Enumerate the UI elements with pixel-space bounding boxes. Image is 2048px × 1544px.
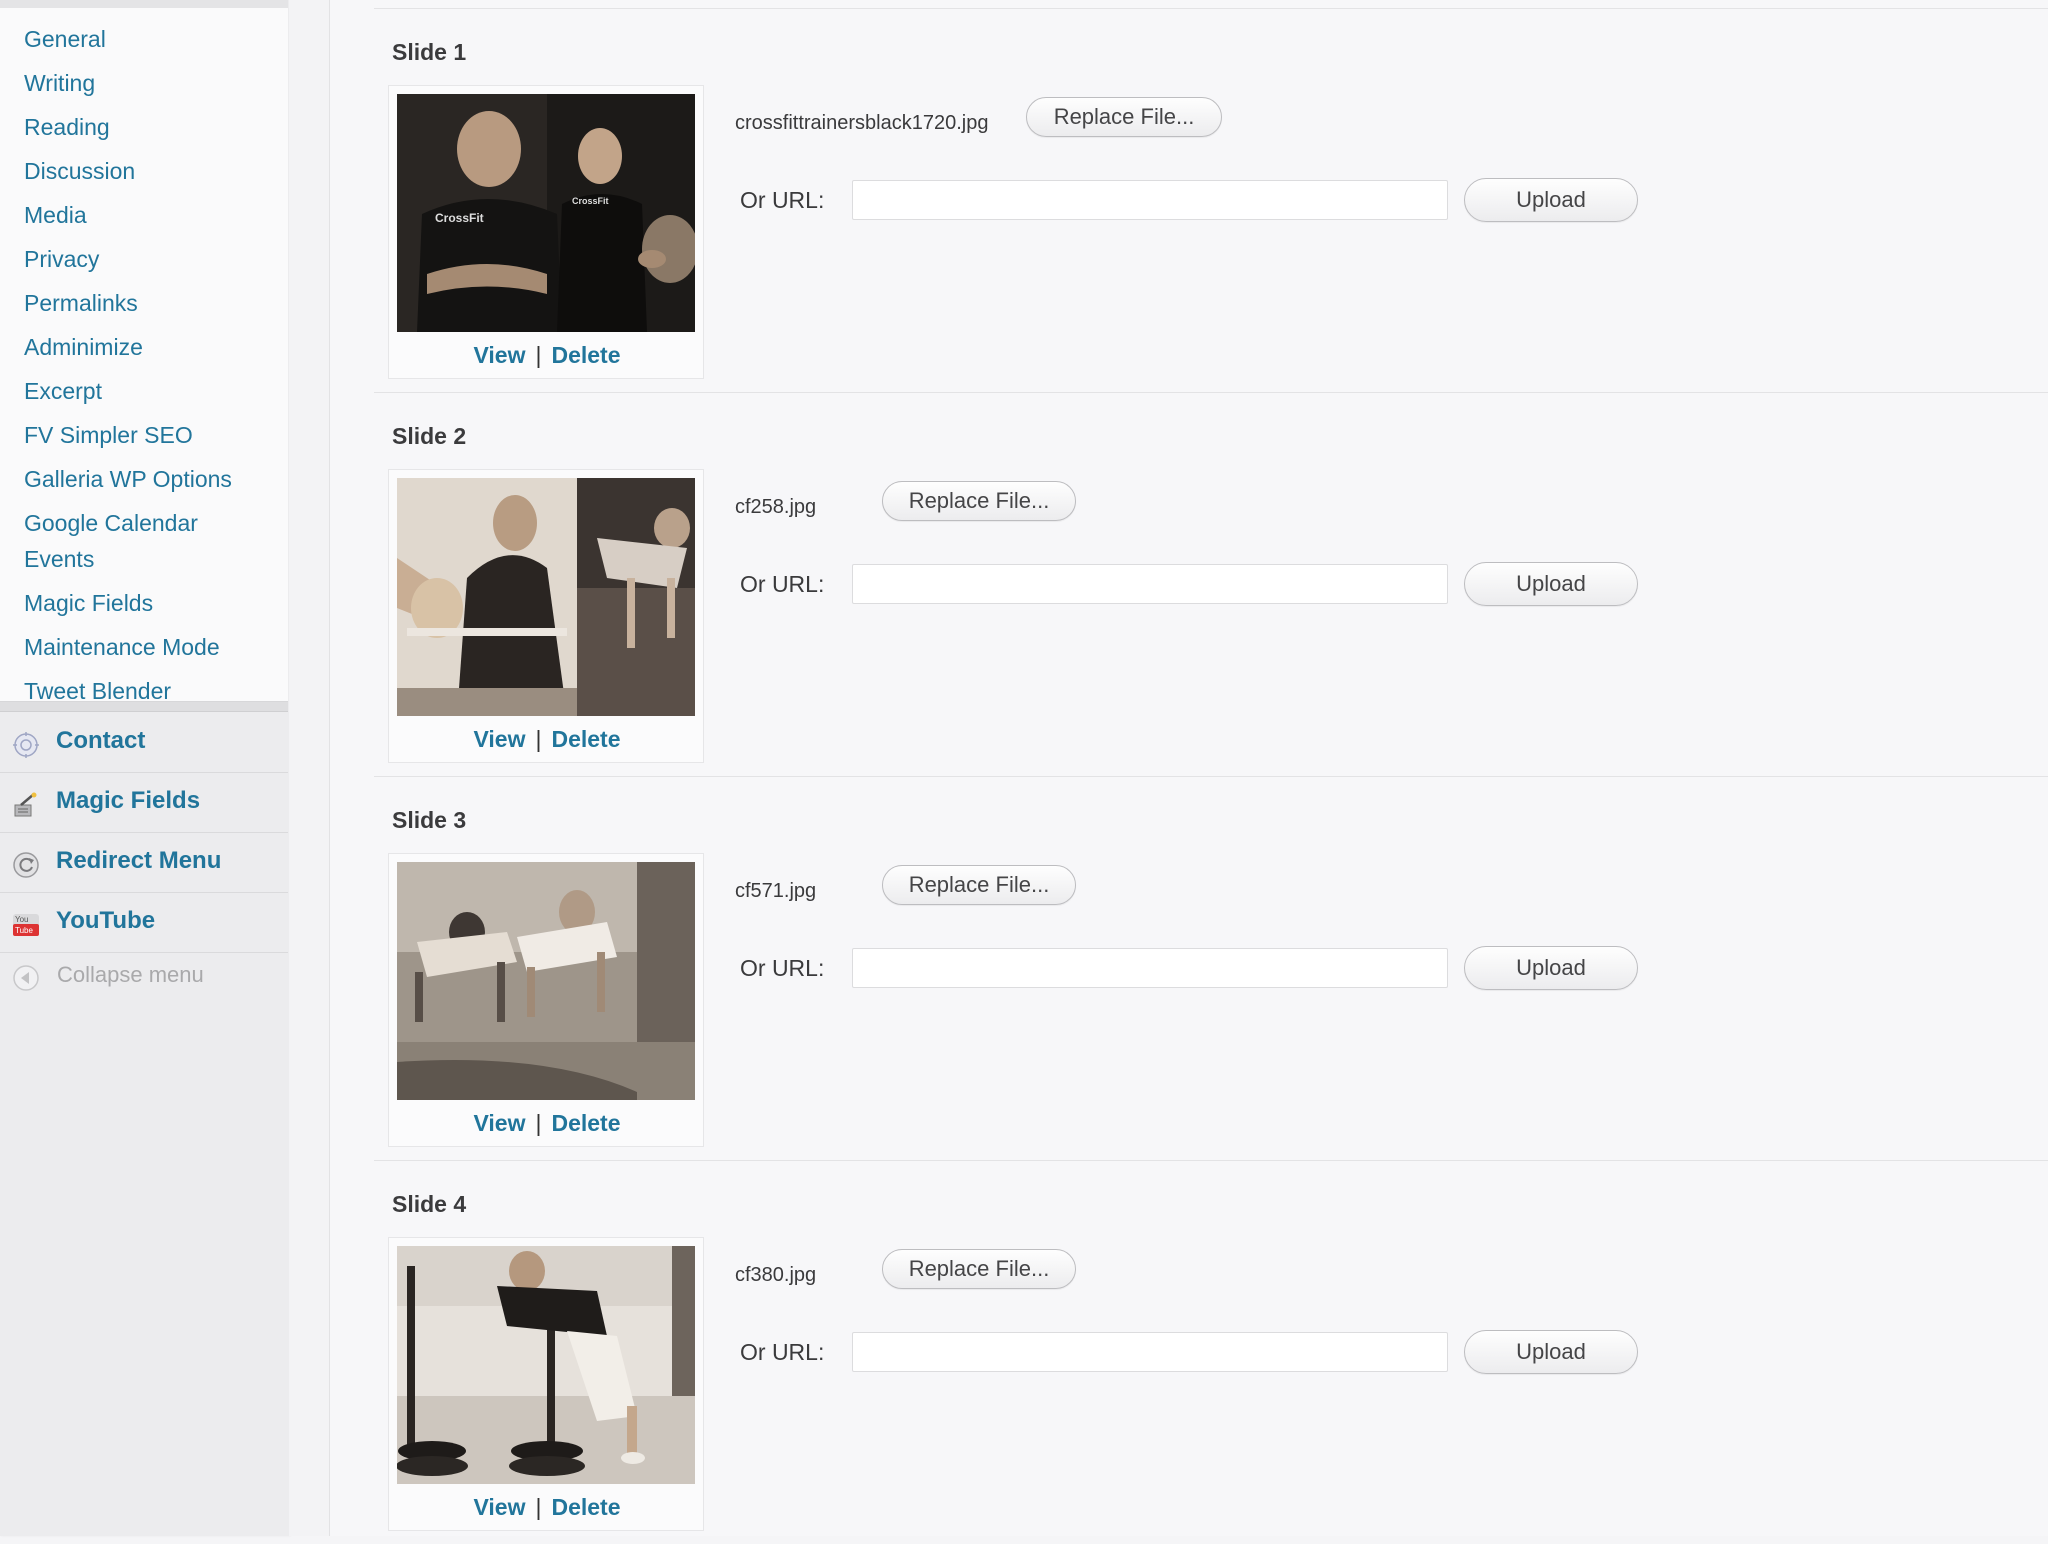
submenu-item-permalinks[interactable]: Permalinks	[24, 285, 264, 321]
file-name: cf258.jpg	[735, 496, 817, 518]
menu-item-contact[interactable]: Contact	[0, 714, 288, 773]
url-input[interactable]	[852, 180, 1448, 220]
replace-file-button[interactable]: Replace File...	[882, 865, 1076, 905]
upload-button[interactable]: Upload	[1464, 1330, 1638, 1374]
slide-image	[397, 862, 695, 1100]
upload-button[interactable]: Upload	[1464, 562, 1638, 606]
slide-title: Slide 2	[392, 423, 467, 449]
menu-item-magic-fields-label: Magic Fields	[56, 787, 201, 814]
view-link[interactable]: View	[473, 726, 525, 752]
url-input[interactable]	[852, 564, 1448, 604]
slide-image: CrossFit CrossFit	[397, 94, 695, 332]
delete-link[interactable]: Delete	[551, 342, 620, 368]
menu-item-redirect-menu[interactable]: Redirect Menu	[0, 834, 288, 893]
slide-thumbnail: View | Delete	[388, 1237, 704, 1531]
svg-text:CrossFit: CrossFit	[572, 196, 609, 206]
submenu-item-google-calendar[interactable]: Google Calendar	[24, 505, 264, 541]
view-link[interactable]: View	[473, 342, 525, 368]
submenu-item-adminimize[interactable]: Adminimize	[24, 329, 264, 365]
collapse-menu-button[interactable]: Collapse menu	[0, 952, 288, 1002]
submenu-item-media[interactable]: Media	[24, 197, 264, 233]
file-name: cf571.jpg	[735, 880, 817, 902]
slide-title: Slide 1	[392, 39, 467, 65]
admin-sidebar: General Writing Reading Discussion Media…	[0, 0, 290, 1536]
slide-row: Slide 1 CrossFit CrossFit View | Delete cr…	[374, 8, 2048, 392]
svg-text:CrossFit: CrossFit	[435, 211, 484, 225]
sidebar-gutter	[289, 0, 330, 1536]
magic-fields-icon	[14, 792, 37, 817]
thumb-links: View | Delete	[389, 726, 705, 753]
submenu-item-maintenance-mode[interactable]: Maintenance Mode	[24, 629, 264, 665]
menu-item-contact-label: Contact	[56, 727, 146, 754]
slide-thumbnail: View | Delete	[388, 469, 704, 763]
slide-title: Slide 3	[392, 807, 467, 833]
svg-text:Tube: Tube	[15, 926, 33, 935]
submenu-separator	[0, 702, 288, 712]
menu-item-magic-fields[interactable]: Magic Fields	[0, 774, 288, 833]
view-link[interactable]: View	[473, 1110, 525, 1136]
slide-row: Slide 4 View | Delete cf380.jpg Replace …	[374, 1160, 2048, 1544]
url-input[interactable]	[852, 1332, 1448, 1372]
url-input[interactable]	[852, 948, 1448, 988]
replace-file-button[interactable]: Replace File...	[1026, 97, 1222, 137]
upload-button[interactable]: Upload	[1464, 178, 1638, 222]
menu-item-youtube-label: YouTube	[56, 907, 156, 934]
thumb-links: View | Delete	[389, 1110, 705, 1137]
submenu-item-discussion[interactable]: Discussion	[24, 153, 264, 189]
url-label: Or URL:	[740, 955, 825, 981]
settings-submenu: General Writing Reading Discussion Media…	[0, 0, 288, 704]
slide-image	[397, 1246, 695, 1484]
slide-image	[397, 478, 695, 716]
collapse-arrow-icon	[13, 965, 39, 991]
svg-text:You: You	[15, 915, 29, 924]
link-separator: |	[535, 1494, 542, 1520]
replace-file-button[interactable]: Replace File...	[882, 1249, 1076, 1289]
submenu-item-google-calendar-events[interactable]: Events	[24, 541, 264, 577]
menu-item-redirect-menu-label: Redirect Menu	[56, 847, 222, 874]
submenu-item-excerpt[interactable]: Excerpt	[24, 373, 264, 409]
submenu-item-galleria[interactable]: Galleria WP Options	[24, 461, 264, 497]
thumb-links: View | Delete	[389, 342, 705, 369]
link-separator: |	[535, 342, 542, 368]
slides-panel: Slide 1 CrossFit CrossFit View | Delete cr…	[330, 0, 2048, 1536]
submenu-item-magic-fields[interactable]: Magic Fields	[24, 585, 264, 621]
file-name: crossfittrainersblack1720.jpg	[735, 112, 989, 134]
link-separator: |	[535, 1110, 542, 1136]
submenu-item-privacy[interactable]: Privacy	[24, 241, 264, 277]
submenu-item-writing[interactable]: Writing	[24, 65, 264, 101]
slide-row: Slide 3 View | Delete cf571.jpg Replace …	[374, 776, 2048, 1160]
slide-row: Slide 2 View | Delete cf258.jpg Replace …	[374, 392, 2048, 776]
slide-title: Slide 4	[392, 1191, 467, 1217]
menu-item-youtube[interactable]: You Tube YouTube	[0, 894, 288, 953]
delete-link[interactable]: Delete	[551, 726, 620, 752]
url-label: Or URL:	[740, 571, 825, 597]
submenu-item-general[interactable]: General	[24, 21, 264, 57]
thumb-links: View | Delete	[389, 1494, 705, 1521]
submenu-item-fv-simpler-seo[interactable]: FV Simpler SEO	[24, 417, 264, 453]
view-link[interactable]: View	[473, 1494, 525, 1520]
url-label: Or URL:	[740, 1339, 825, 1365]
delete-link[interactable]: Delete	[551, 1110, 620, 1136]
slide-thumbnail: CrossFit CrossFit View | Delete	[388, 85, 704, 379]
link-separator: |	[535, 726, 542, 752]
submenu-item-reading[interactable]: Reading	[24, 109, 264, 145]
upload-button[interactable]: Upload	[1464, 946, 1638, 990]
collapse-menu-label: Collapse menu	[57, 962, 204, 987]
slide-thumbnail: View | Delete	[388, 853, 704, 1147]
redirect-icon	[13, 852, 39, 878]
contact-icon	[13, 732, 39, 758]
delete-link[interactable]: Delete	[551, 1494, 620, 1520]
youtube-icon: You Tube	[13, 914, 39, 936]
replace-file-button[interactable]: Replace File...	[882, 481, 1076, 521]
url-label: Or URL:	[740, 187, 825, 213]
file-name: cf380.jpg	[735, 1264, 817, 1286]
